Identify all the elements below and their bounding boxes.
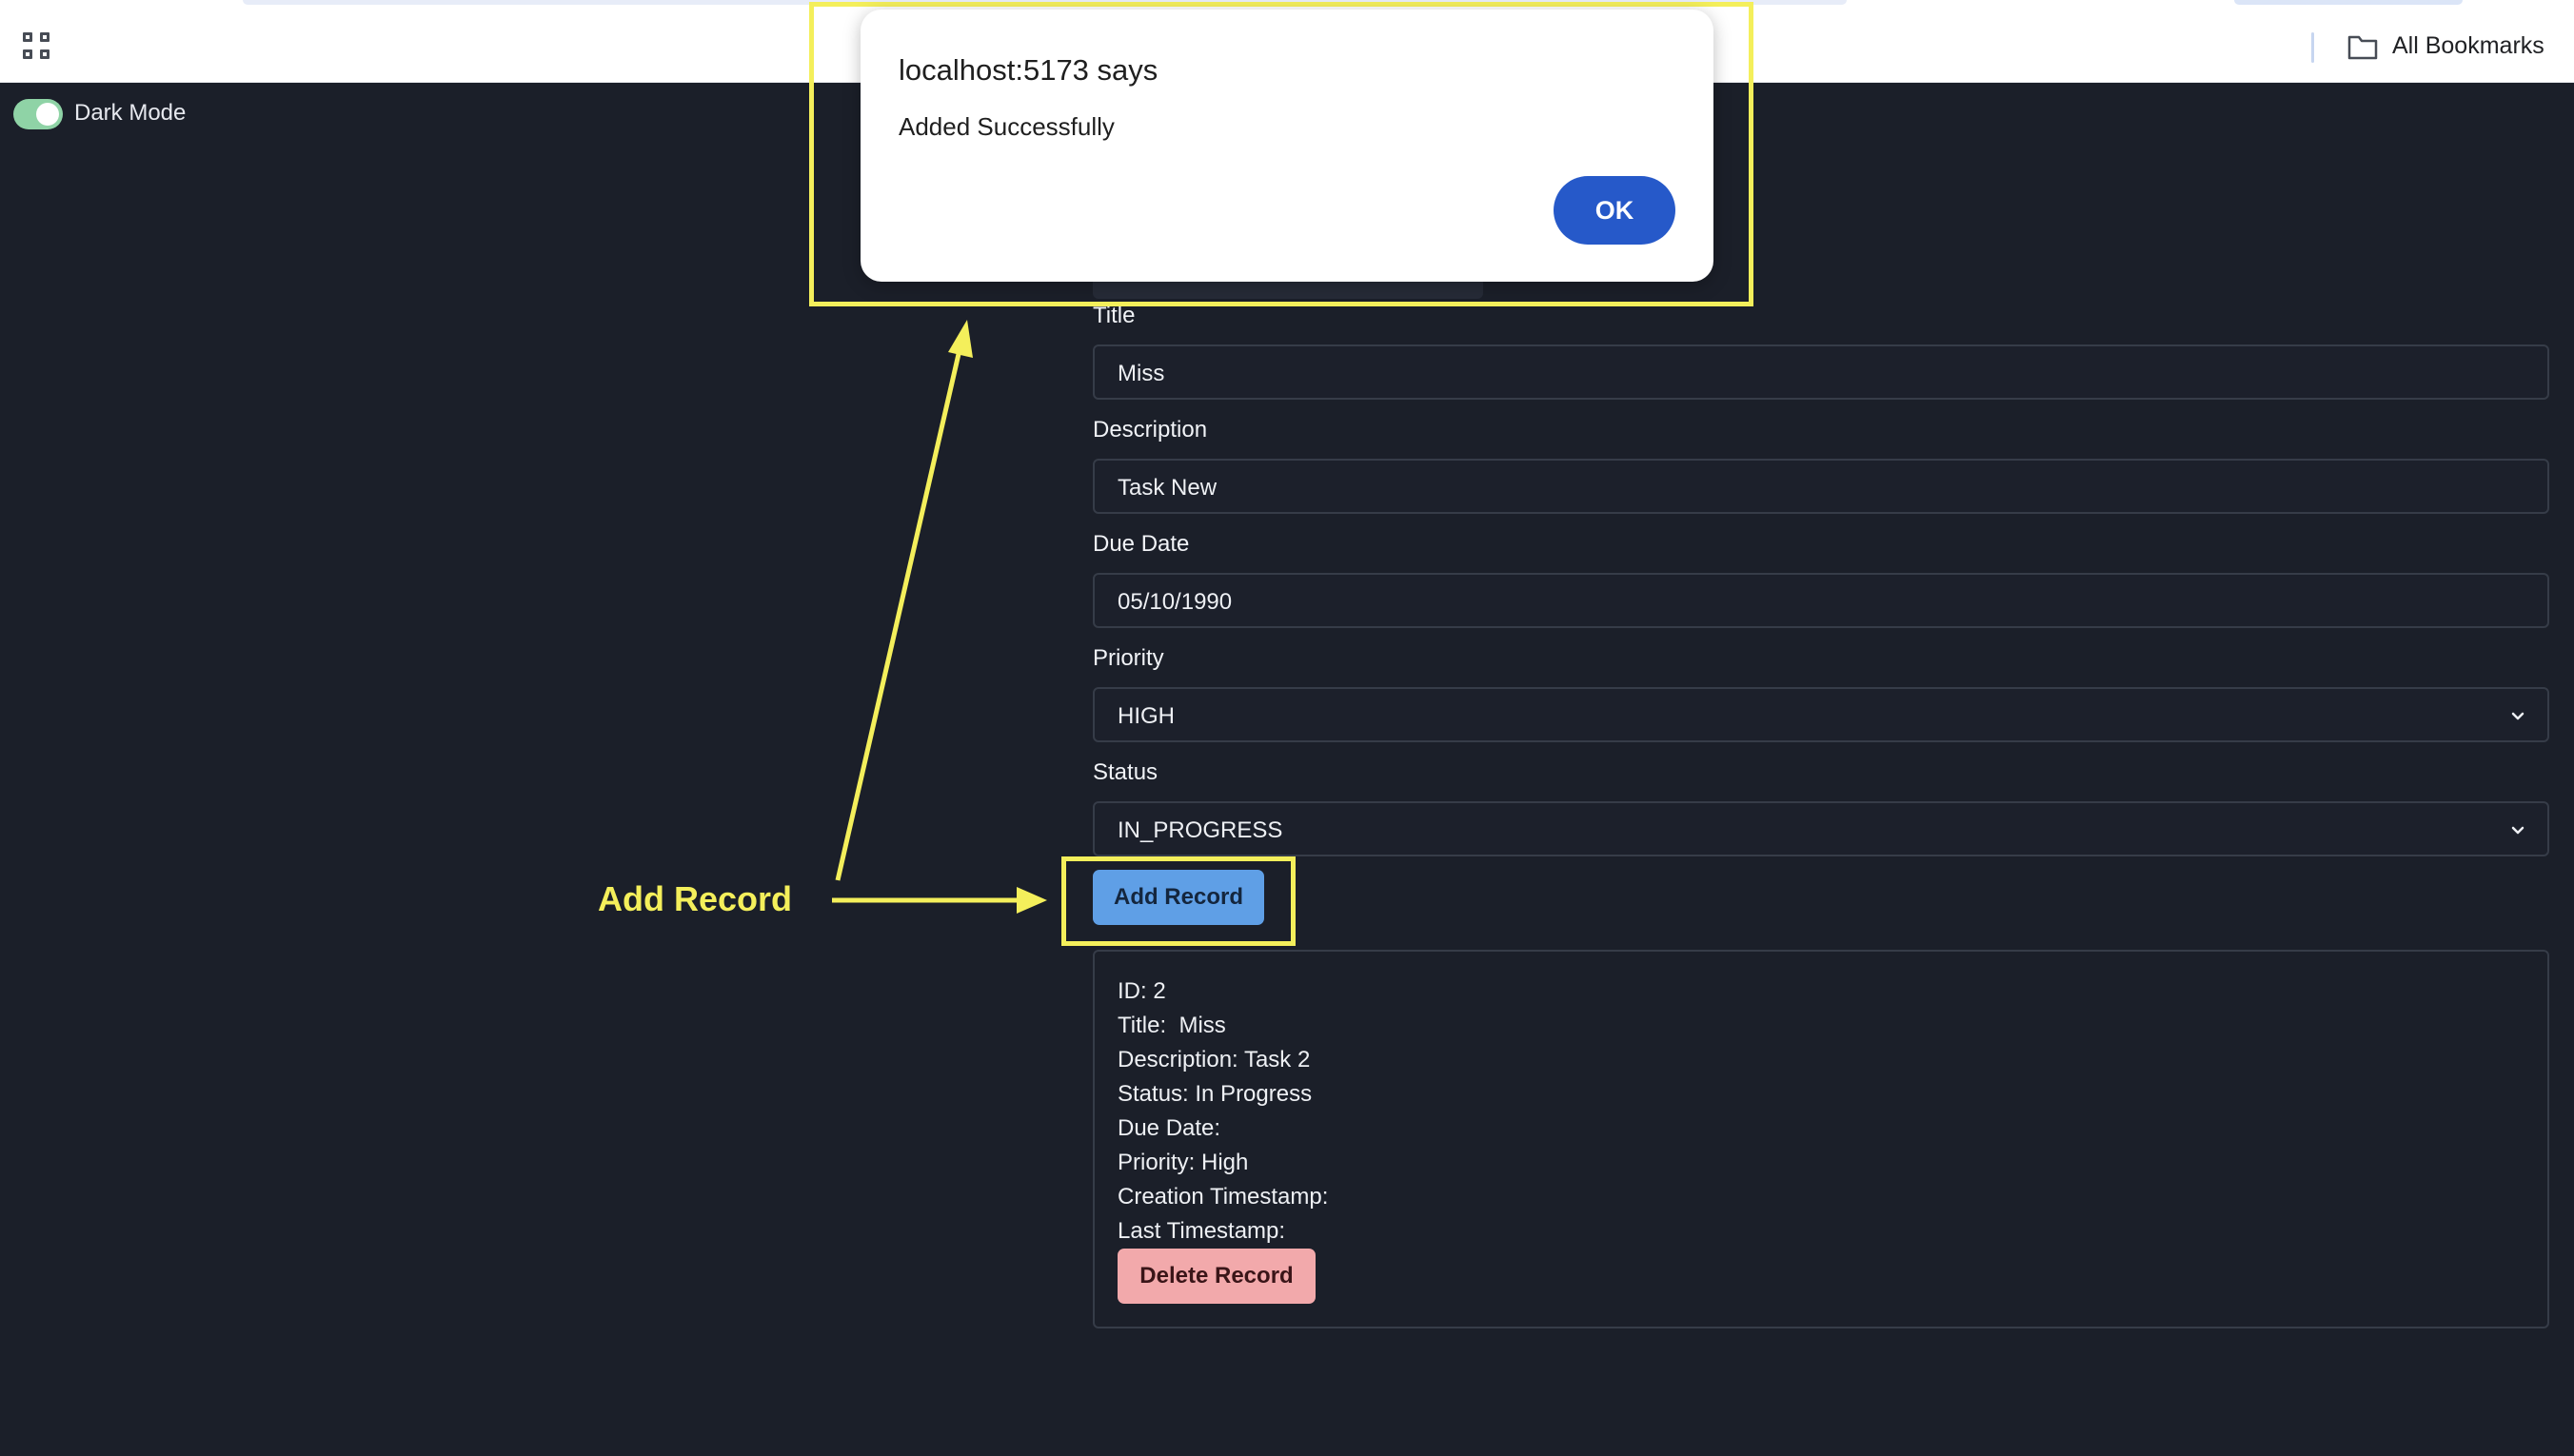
dialog-title: localhost:5173 says (899, 53, 1158, 87)
dialog-message: Added Successfully (899, 112, 1115, 141)
arrow-to-button (832, 887, 1047, 914)
ok-button[interactable]: OK (1554, 176, 1675, 245)
arrow-to-dialog (835, 320, 973, 881)
alert-dialog: localhost:5173 says Added Successfully O… (861, 10, 1713, 282)
